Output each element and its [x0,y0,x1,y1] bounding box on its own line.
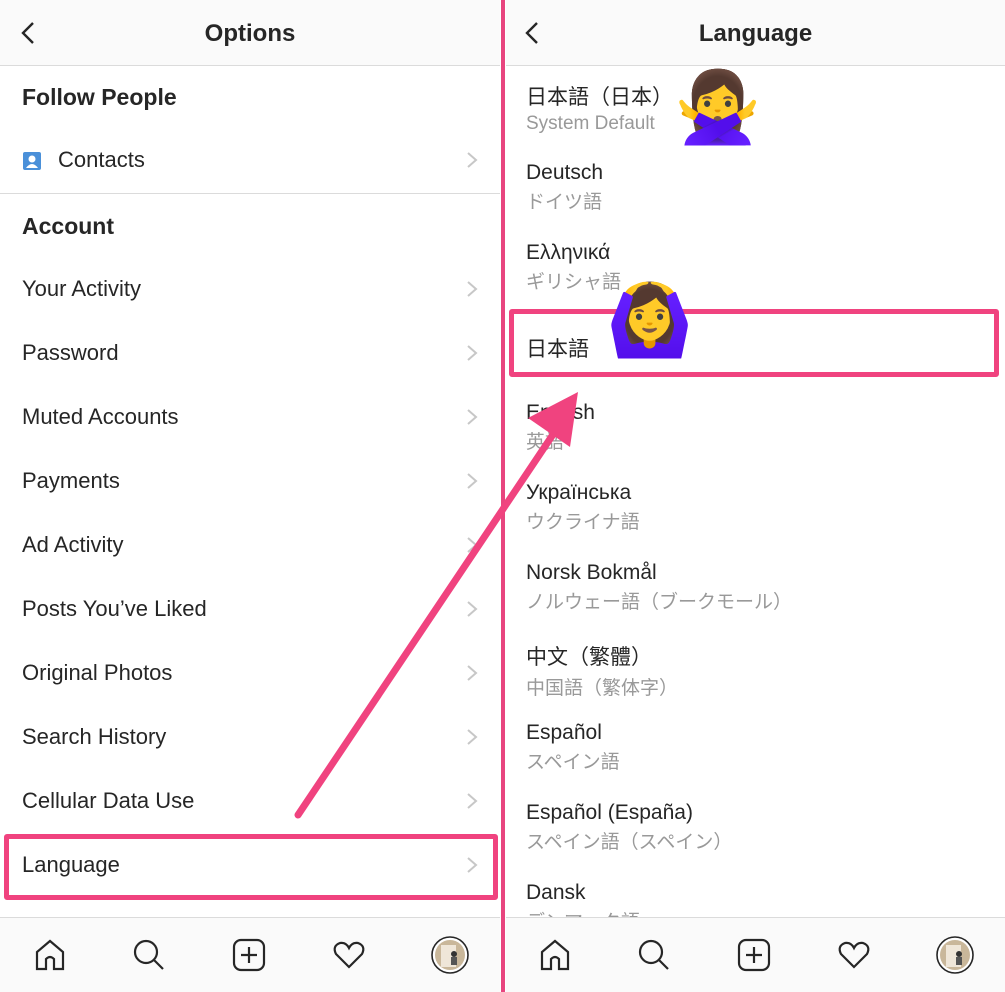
contacts-row[interactable]: Contacts [0,129,500,193]
heart-icon[interactable] [837,938,871,972]
home-icon[interactable] [538,938,572,972]
section-account: Account [22,213,114,239]
chevron-right-icon [467,729,478,745]
chevron-right-icon [467,473,478,489]
language-name: Español [526,721,602,744]
language-name: 中文（繁體） [526,646,652,669]
settings-row[interactable]: Ad Activity [0,514,500,578]
settings-row-label: Cellular Data Use [22,788,195,813]
search-icon[interactable] [637,938,671,972]
settings-row[interactable]: Your Activity [0,258,500,322]
settings-row-label: Password [22,340,119,365]
settings-row[interactable]: Search History [0,706,500,770]
settings-row-label: Search History [22,724,167,749]
panel-divider [501,0,505,992]
settings-row[interactable]: Original Photos [0,642,500,706]
language-subtitle: System Default [526,113,655,134]
settings-row[interactable]: Muted Accounts [0,386,500,450]
language-option[interactable]: 中文（繁體） 中国語（繁体字） [526,641,678,721]
contacts-icon [23,152,41,170]
settings-row[interactable]: Cellular Data Use [0,770,500,834]
section-follow-people: Follow People [22,84,177,110]
bottom-nav [0,917,500,992]
settings-row[interactable]: Posts You’ve Liked [0,578,500,642]
language-subtitle: スペイン語 [526,752,620,773]
language-name: English [526,401,595,424]
language-option[interactable]: Українська ウクライナ語 [526,481,640,561]
language-name: Español (España) [526,801,693,824]
emoji-no-gesture: 🙅‍♀️ [674,68,762,146]
divider [0,193,500,194]
emoji-ok-gesture: 🙆‍♀️ [606,281,694,359]
language-option[interactable]: Español (España) スペイン語（スペイン） [526,801,732,881]
language-name: Deutsch [526,161,604,184]
chevron-right-icon [467,793,478,809]
language-subtitle: スペイン語（スペイン） [526,832,733,853]
chevron-right-icon [467,281,478,297]
japanese-highlight-box [509,309,999,377]
settings-row-label: Your Activity [22,276,142,301]
settings-row-label: Original Photos [22,660,173,685]
language-option[interactable]: 日本語（日本） System Default [526,81,673,161]
language-screen: Language 日本語（日本） System Default Deutsch ドイツ… [506,0,1005,992]
contacts-label: Contacts [58,147,145,172]
language-highlight-box [4,834,498,900]
page-title: Language [698,20,813,47]
profile-avatar[interactable] [936,936,974,974]
language-subtitle: ノルウェー語（ブークモール） [526,592,793,613]
chevron-right-icon [467,409,478,425]
language-name: Norsk Bokmål [526,561,657,584]
language-option[interactable]: Deutsch ドイツ語 [526,161,603,241]
language-subtitle: 中国語（繁体字） [526,678,679,699]
settings-row[interactable]: Password [0,322,500,386]
new-post-icon[interactable] [232,938,266,972]
options-screen: Options Follow People Contacts Account Y… [0,0,500,992]
options-header: Options [0,0,500,66]
settings-row-label: Payments [22,468,120,493]
chevron-right-icon [467,152,478,168]
language-name: Українська [526,481,632,504]
language-subtitle: ドイツ語 [526,192,603,213]
language-name: Ελληνικά [526,241,611,264]
chevron-right-icon [467,601,478,617]
language-header: Language [506,0,1005,66]
settings-row-label: Muted Accounts [22,404,179,429]
language-option[interactable]: Español スペイン語 [526,721,620,801]
language-subtitle: 英語 [526,432,565,453]
bottom-nav [506,917,1005,992]
settings-row-label: Ad Activity [22,532,124,557]
language-name: 日本語（日本） [526,86,673,109]
chevron-right-icon [467,345,478,361]
page-title: Options [204,20,296,47]
profile-avatar[interactable] [431,936,469,974]
chevron-right-icon [467,665,478,681]
home-icon[interactable] [33,938,67,972]
chevron-right-icon [467,537,478,553]
language-option[interactable]: Norsk Bokmål ノルウェー語（ブークモール） [526,561,792,641]
heart-icon[interactable] [332,938,366,972]
new-post-icon[interactable] [737,938,771,972]
settings-row[interactable]: Payments [0,450,500,514]
language-name: Dansk [526,881,586,904]
language-subtitle: ウクライナ語 [526,512,640,533]
settings-row-label: Posts You’ve Liked [22,596,207,621]
language-option[interactable]: English 英語 [526,401,595,481]
search-icon[interactable] [132,938,166,972]
